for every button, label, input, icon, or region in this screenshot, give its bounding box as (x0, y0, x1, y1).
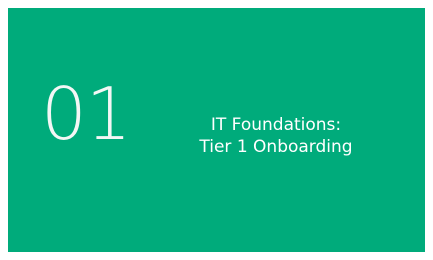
module-title-line-2: Tier 1 Onboarding (199, 137, 353, 157)
module-card[interactable]: 01 IT Foundations: Tier 1 Onboarding (8, 8, 425, 252)
module-title: IT Foundations: Tier 1 Onboarding (168, 114, 384, 158)
module-title-line-1: IT Foundations: (210, 115, 342, 135)
module-number: 01 (41, 72, 132, 156)
